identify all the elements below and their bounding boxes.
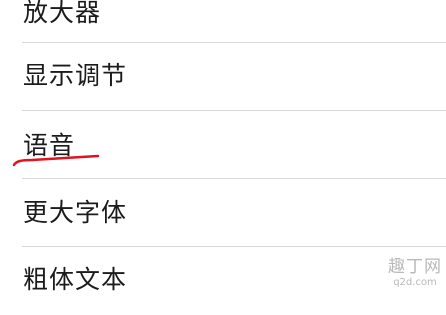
- red-underline-annotation: [12, 154, 100, 167]
- settings-item-larger-text[interactable]: 更大字体: [0, 179, 446, 247]
- settings-item-magnifier[interactable]: 放大器: [0, 0, 446, 42]
- settings-item-display-adjust[interactable]: 显示调节: [0, 43, 446, 111]
- watermark-sub: q2d.com: [393, 277, 437, 288]
- settings-item-label: 显示调节: [23, 61, 128, 90]
- settings-list: 放大器 显示调节 语音 更大字体 粗体文本: [0, 0, 446, 294]
- watermark-main: 趣丁网: [388, 257, 442, 277]
- settings-item-bold-text[interactable]: 粗体文本: [0, 247, 446, 315]
- settings-item-label: 放大器: [23, 0, 102, 27]
- watermark: 趣丁网 q2d.com: [388, 259, 442, 288]
- settings-item-label: 粗体文本: [23, 265, 128, 294]
- settings-item-label: 更大字体: [23, 198, 128, 227]
